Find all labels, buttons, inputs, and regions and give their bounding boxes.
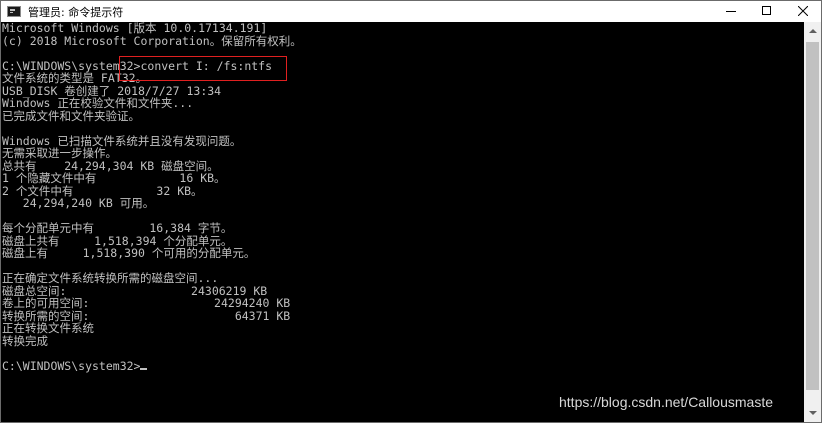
scrollbar-thumb[interactable] — [806, 42, 819, 390]
console-icon[interactable] — [7, 6, 21, 17]
vertical-scrollbar[interactable] — [804, 22, 821, 422]
console-line: 已完成文件和文件夹验证。 — [2, 108, 140, 123]
text-cursor — [140, 367, 148, 370]
scroll-up-icon[interactable] — [804, 22, 821, 39]
console-line: (c) 2018 Microsoft Corporation。保留所有权利。 — [2, 33, 302, 48]
window-title: 管理员: 命令提示符 — [28, 5, 124, 19]
maximize-icon[interactable] — [749, 1, 785, 22]
window-controls — [713, 1, 821, 22]
command-prompt-window: 管理员: 命令提示符 Microsoft Windows [版本 10.0.17… — [0, 0, 822, 423]
close-icon[interactable] — [785, 1, 821, 22]
console-text: Microsoft Windows [版本 10.0.17134.191] (c… — [1, 22, 805, 372]
watermark-text: https://blog.csdn.net/Callousmaste — [559, 394, 774, 410]
command-prompt-line[interactable]: C:\WINDOWS\system32> — [2, 358, 805, 373]
title-bar[interactable]: 管理员: 命令提示符 — [1, 1, 821, 22]
console-line: 24,294,240 KB 可用。 — [2, 196, 155, 210]
console-line: 转换完成 — [2, 333, 48, 348]
minimize-icon[interactable] — [713, 1, 749, 22]
console-line: 磁盘上有 1,518,390 个可用的分配单元。 — [2, 246, 256, 260]
prompt-text: C:\WINDOWS\system32> — [2, 358, 141, 373]
console-output-area[interactable]: Microsoft Windows [版本 10.0.17134.191] (c… — [1, 22, 805, 422]
